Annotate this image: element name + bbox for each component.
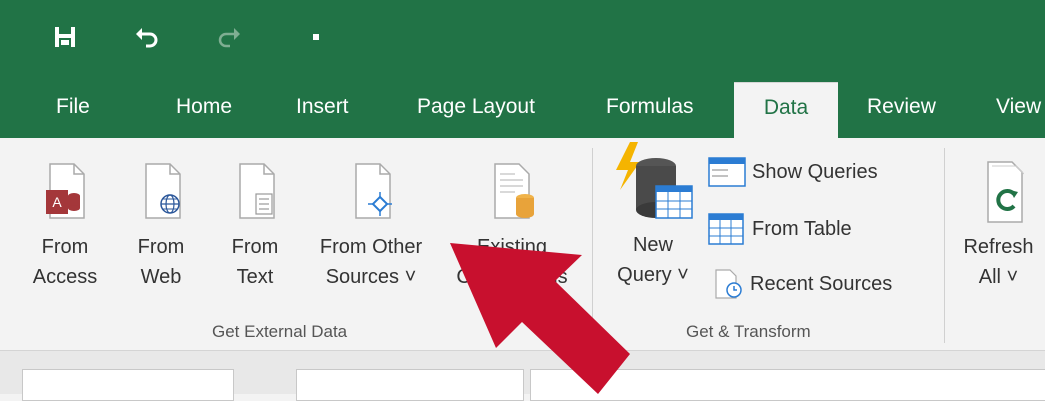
- tab-data[interactable]: Data: [734, 82, 838, 139]
- web-file-icon: [145, 163, 181, 219]
- tab-review[interactable]: Review: [867, 82, 936, 138]
- from-other-sources-line1: From Other: [319, 236, 423, 258]
- existing-connections-icon: [494, 163, 534, 219]
- other-sources-file-icon: [355, 163, 392, 219]
- from-web-line1: From: [137, 236, 185, 258]
- tab-view[interactable]: View: [996, 82, 1041, 138]
- customize-qat-icon[interactable]: [306, 20, 326, 54]
- from-text-line2: Text: [236, 266, 274, 288]
- access-file-icon: A: [46, 163, 85, 219]
- tab-file[interactable]: File: [56, 82, 90, 138]
- text-file-icon: [239, 163, 275, 219]
- show-queries-icon: [708, 157, 746, 187]
- group-label-get-external-data: Get External Data: [212, 322, 348, 341]
- name-box[interactable]: [22, 369, 234, 401]
- tab-home[interactable]: Home: [176, 82, 232, 138]
- from-text-line1: From: [231, 236, 279, 258]
- redo-icon[interactable]: [212, 20, 246, 54]
- recent-sources-icon: [715, 269, 742, 299]
- from-web-button[interactable]: From Web: [118, 162, 204, 292]
- recent-sources-label: Recent Sources: [750, 272, 893, 295]
- formula-bar-area: [0, 351, 1045, 401]
- new-query-line1: New: [632, 234, 673, 256]
- from-web-line2: Web: [140, 266, 182, 288]
- from-access-line1: From: [41, 236, 89, 258]
- undo-icon[interactable]: [130, 20, 164, 54]
- tab-insert[interactable]: Insert: [296, 82, 349, 138]
- existing-connections-line2: Connections: [456, 266, 568, 288]
- refresh-all-line2: All ˅: [978, 266, 1019, 288]
- existing-connections-line1: Existing: [476, 236, 548, 258]
- group-label-get-transform: Get & Transform: [686, 322, 811, 341]
- ribbon-data: A From Access From Web From Text From Ot…: [0, 138, 1045, 351]
- formula-buttons[interactable]: [296, 369, 524, 401]
- from-table-label: From Table: [752, 217, 852, 240]
- save-icon[interactable]: [48, 20, 82, 54]
- refresh-all-line1: Refresh: [963, 236, 1034, 258]
- group-separator: [944, 148, 945, 343]
- refresh-all-button[interactable]: Refresh All ˅: [952, 152, 1045, 292]
- svg-text:A: A: [52, 194, 62, 210]
- tab-page-layout[interactable]: Page Layout: [417, 82, 535, 138]
- from-access-line2: Access: [32, 266, 98, 288]
- group-separator: [592, 148, 593, 343]
- ribbon-tabs: File Home Insert Page Layout Formulas Da…: [0, 82, 1045, 139]
- tab-formulas[interactable]: Formulas: [606, 82, 694, 138]
- new-query-button[interactable]: New Query ˅: [598, 142, 708, 290]
- from-access-button[interactable]: A From Access: [22, 162, 108, 292]
- from-text-button[interactable]: From Text: [212, 162, 298, 292]
- new-query-icon: [616, 142, 693, 219]
- show-queries-label: Show Queries: [752, 160, 878, 183]
- existing-connections-button[interactable]: Existing Connections: [442, 162, 582, 292]
- from-table-icon: [708, 213, 744, 245]
- from-other-sources-button[interactable]: From Other Sources ˅: [302, 162, 440, 292]
- new-query-line2: Query ˅: [617, 264, 689, 286]
- quick-access-toolbar: [0, 0, 1045, 82]
- from-table-button[interactable]: From Table: [708, 212, 852, 246]
- refresh-all-icon: [986, 161, 1024, 223]
- show-queries-button[interactable]: Show Queries: [708, 156, 878, 188]
- recent-sources-button[interactable]: Recent Sources: [714, 268, 892, 300]
- formula-input[interactable]: [530, 369, 1045, 401]
- from-other-sources-line2: Sources ˅: [325, 266, 417, 288]
